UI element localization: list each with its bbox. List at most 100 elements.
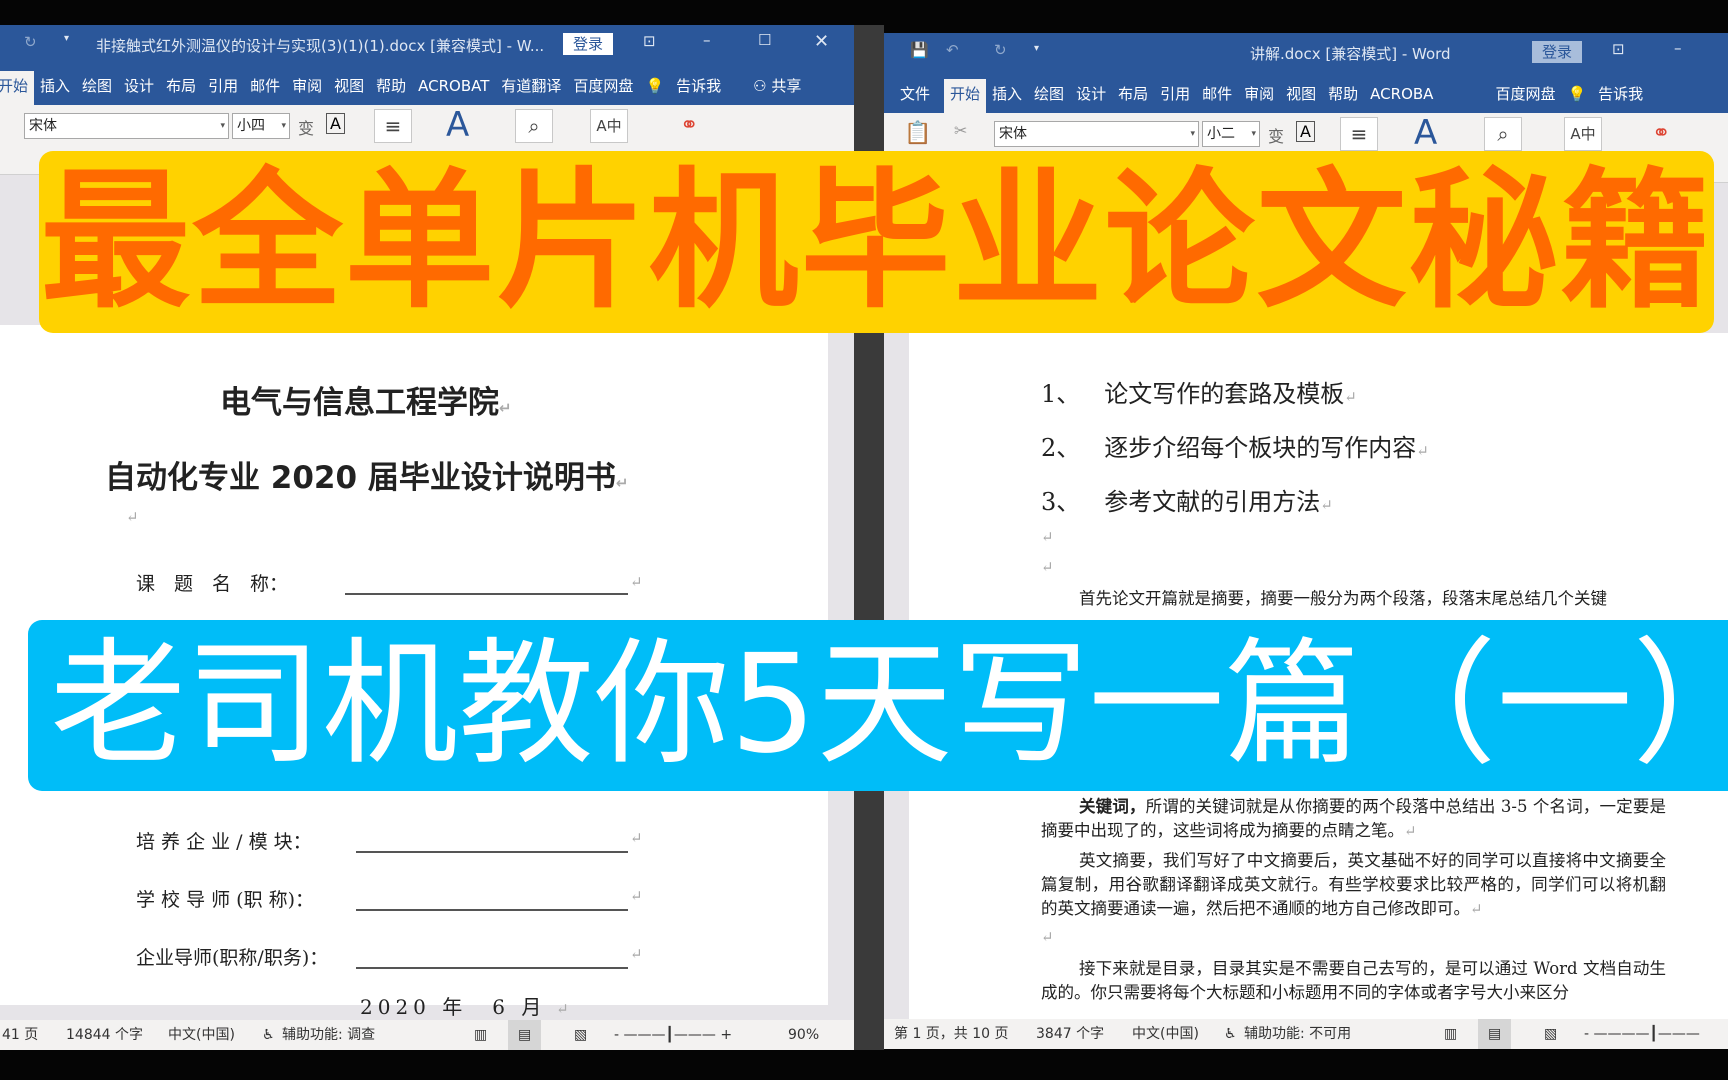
tab-layout[interactable]: 布局	[1112, 79, 1154, 113]
print-layout-icon[interactable]: ▤	[1478, 1019, 1512, 1049]
field-topic-line[interactable]	[345, 593, 628, 595]
web-layout-icon[interactable]: ▧	[1544, 1019, 1557, 1049]
char-border-icon[interactable]: A	[1296, 121, 1315, 142]
qat-customize-icon[interactable]: ▾	[1034, 43, 1039, 54]
zoom-slider[interactable]: - ————┃———	[1584, 1019, 1700, 1049]
document-title: 讲解.docx [兼容模式] - Word	[1250, 45, 1451, 63]
accessibility-status[interactable]: 辅助功能: 调查	[282, 1020, 375, 1050]
tab-review[interactable]: 审阅	[286, 71, 328, 105]
field-company-tutor-label: 企业导师(职称/职务)：	[136, 947, 329, 969]
read-mode-icon[interactable]: ▥	[1444, 1019, 1457, 1049]
font-name-select[interactable]: 宋体 ▾	[24, 113, 229, 139]
font-size-select[interactable]: 小四 ▾	[232, 113, 290, 139]
read-mode-icon[interactable]: ▥	[474, 1020, 487, 1050]
toc-paragraph: 接下来就是目录，目录其实是不需要自己去写的，是可以通过 Word 文档自动生成的…	[1041, 959, 1666, 1002]
tell-me-search[interactable]: 告诉我	[1592, 79, 1649, 113]
login-button[interactable]: 登录	[1532, 41, 1583, 63]
login-button[interactable]: 登录	[563, 33, 614, 55]
field-school-tutor-line[interactable]	[356, 909, 628, 911]
print-layout-icon[interactable]: ▤	[508, 1020, 542, 1050]
translate-button[interactable]: A中	[1564, 117, 1602, 151]
minimize-button[interactable]: –	[703, 31, 711, 49]
font-size-value: 小二	[1207, 126, 1235, 142]
tab-review[interactable]: 审阅	[1238, 79, 1280, 113]
tab-help[interactable]: 帮助	[1322, 79, 1364, 113]
char-border-icon[interactable]: A	[326, 113, 345, 134]
share-label: 共享	[771, 77, 802, 95]
right-status-bar: 第 1 页，共 10 页 3847 个字 中文(中国) ♿ 辅助功能: 不可用 …	[884, 1019, 1728, 1049]
right-title-bar: 💾 ↶ ↻ ▾ 讲解.docx [兼容模式] - Word 登录 ⊡ –	[884, 33, 1728, 71]
tab-mailings[interactable]: 邮件	[1196, 79, 1238, 113]
tab-insert[interactable]: 插入	[34, 71, 76, 105]
tab-view[interactable]: 视图	[1280, 79, 1322, 113]
tab-file[interactable]: 文件	[894, 79, 936, 113]
tab-help[interactable]: 帮助	[370, 71, 412, 105]
phonetic-guide-icon[interactable]: 变	[1268, 123, 1284, 147]
qat-customize-icon[interactable]: ▾	[64, 33, 69, 44]
page-count[interactable]: 第 1 页，共 10 页	[894, 1019, 1009, 1049]
tab-baidu[interactable]: 百度网盘	[567, 71, 639, 105]
tab-design[interactable]: 设计	[1070, 79, 1112, 113]
tab-layout[interactable]: 布局	[160, 71, 202, 105]
close-button[interactable]: ✕	[814, 31, 829, 52]
field-company-tutor-line[interactable]	[356, 967, 628, 969]
find-button[interactable]: ⌕	[1484, 117, 1522, 151]
tab-home[interactable]: 开始	[0, 71, 35, 105]
accessibility-icon: ♿	[262, 1027, 275, 1043]
translate-button[interactable]: A中	[590, 109, 628, 143]
field-company-line[interactable]	[356, 851, 628, 853]
list-item: 2、 逐步介绍每个板块的写作内容↵	[1041, 434, 1429, 462]
tell-me-search[interactable]: 告诉我	[670, 71, 727, 105]
ribbon-display-icon[interactable]: ⊡	[1612, 40, 1625, 58]
phonetic-guide-icon[interactable]: 变	[298, 115, 314, 139]
tab-references[interactable]: 引用	[202, 71, 244, 105]
tab-draw[interactable]: 绘图	[76, 71, 118, 105]
redo-icon[interactable]: ↻	[24, 33, 37, 51]
page-count[interactable]: 41 页	[2, 1020, 38, 1050]
zoom-level[interactable]: 90%	[788, 1020, 819, 1050]
baidu-cloud-icon[interactable]: ⚭	[680, 113, 698, 138]
paragraph-button[interactable]: ≡	[374, 109, 412, 143]
zoom-slider[interactable]: - ———┃——— +	[614, 1020, 732, 1050]
tab-references[interactable]: 引用	[1154, 79, 1196, 113]
field-school-tutor-label: 学 校 导 师 (职 称)：	[136, 889, 315, 911]
accessibility-icon: ♿	[1224, 1026, 1237, 1042]
web-layout-icon[interactable]: ▧	[574, 1020, 587, 1050]
maximize-button[interactable]: ☐	[758, 31, 771, 49]
font-name-value: 宋体	[29, 118, 57, 134]
tab-insert[interactable]: 插入	[986, 79, 1028, 113]
lightbulb-icon: 💡	[645, 77, 665, 95]
cut-icon[interactable]: ✂	[954, 121, 967, 140]
paragraph-button[interactable]: ≡	[1340, 117, 1378, 151]
word-count[interactable]: 3847 个字	[1036, 1019, 1104, 1049]
styles-icon[interactable]: A	[446, 105, 469, 145]
word-count[interactable]: 14844 个字	[66, 1020, 143, 1050]
abstract-paragraph: 首先论文开篇就是摘要，摘要一般分为两个段落，段落末尾总结几个关键	[1079, 589, 1607, 608]
tab-design[interactable]: 设计	[118, 71, 160, 105]
save-icon[interactable]: 💾	[910, 41, 929, 59]
language[interactable]: 中文(中国)	[168, 1020, 235, 1050]
left-title-bar: ↻ ▾ 非接触式红外测温仪的设计与实现(3)(1)(1).docx [兼容模式]…	[0, 25, 854, 63]
share-button[interactable]: ⚇ 共享	[747, 71, 807, 105]
minimize-button[interactable]: –	[1674, 39, 1682, 57]
language[interactable]: 中文(中国)	[1132, 1019, 1199, 1049]
font-name-select[interactable]: 宋体 ▾	[994, 121, 1199, 147]
tab-baidu[interactable]: 百度网盘	[1489, 79, 1561, 113]
tab-view[interactable]: 视图	[328, 71, 370, 105]
tab-youdao[interactable]: 有道翻译	[495, 71, 567, 105]
paragraph-mark: ↵	[630, 829, 643, 847]
font-size-select[interactable]: 小二 ▾	[1202, 121, 1260, 147]
paste-icon[interactable]: 📋	[904, 121, 931, 146]
find-button[interactable]: ⌕	[515, 109, 553, 143]
tab-acrobat[interactable]: ACROBAT	[412, 71, 495, 105]
ribbon-display-icon[interactable]: ⊡	[643, 32, 656, 50]
redo-icon[interactable]: ↻	[994, 41, 1007, 59]
tab-home[interactable]: 开始	[944, 79, 987, 113]
baidu-cloud-icon[interactable]: ⚭	[1652, 121, 1670, 146]
accessibility-status[interactable]: 辅助功能: 不可用	[1244, 1019, 1351, 1049]
styles-icon[interactable]: A	[1414, 113, 1437, 153]
tab-draw[interactable]: 绘图	[1028, 79, 1070, 113]
undo-icon[interactable]: ↶	[946, 41, 959, 59]
tab-acrobat[interactable]: ACROBA	[1364, 79, 1439, 113]
tab-mailings[interactable]: 邮件	[244, 71, 286, 105]
